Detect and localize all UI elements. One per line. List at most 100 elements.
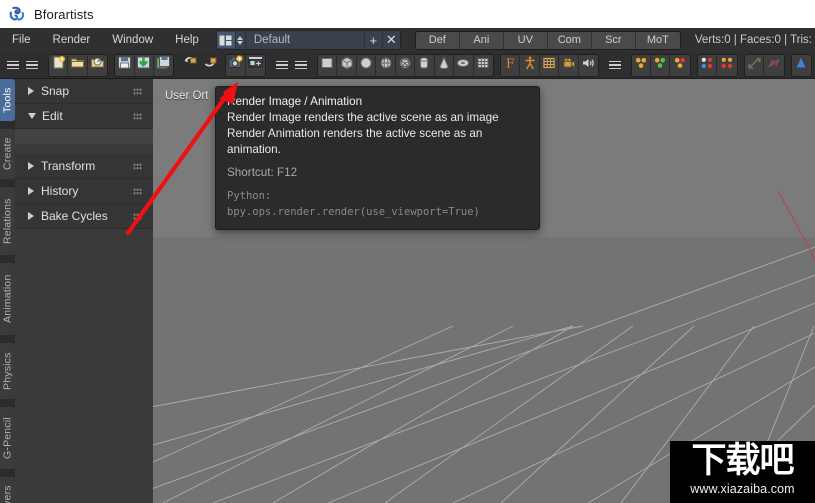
toolbar-menu-toggle-2[interactable] [22, 55, 41, 76]
menu-file[interactable]: File [0, 28, 42, 52]
tools-properties-panel: Snap Edit Transform History Bake Cycles [15, 79, 153, 503]
sidebar-tab-strip: Tools Create Relations Animation Physics… [0, 79, 15, 503]
save-as-button[interactable] [134, 54, 155, 76]
chevron-right-icon [28, 162, 34, 170]
plane-icon [320, 56, 334, 75]
panel-bake-cycles[interactable]: Bake Cycles [15, 204, 153, 229]
save-file-button[interactable] [115, 54, 135, 76]
site-watermark: 下载吧 www.xiazaiba.com [670, 441, 815, 503]
save-group [114, 53, 175, 77]
circle-icon [359, 56, 373, 75]
select-random-button[interactable] [697, 54, 718, 76]
sidebar-tab-create[interactable]: Create [0, 129, 15, 179]
screenset-motion-tracking[interactable]: MoT [635, 31, 680, 49]
extra-button[interactable] [791, 54, 811, 76]
add-torus-button[interactable] [454, 54, 474, 76]
sidebar-tab-gpencil[interactable]: G-Pencil [0, 407, 15, 469]
toolbar-menu-toggle-3[interactable] [272, 55, 291, 76]
window-title: Bforartists [34, 6, 94, 22]
screenset-default[interactable]: Def [415, 31, 460, 49]
panel-edit[interactable]: Edit [15, 104, 153, 129]
select-none-button[interactable] [650, 54, 671, 76]
append-icon [202, 55, 218, 75]
tool-bar: F [0, 52, 815, 79]
screenset-animation[interactable]: Ani [459, 31, 504, 49]
panel-drag-grip[interactable] [133, 163, 142, 170]
add-cube-button[interactable] [337, 54, 357, 76]
panel-empty-area [15, 229, 153, 497]
toolbar-menu-toggle-4[interactable] [292, 55, 311, 76]
sidebar-tab-animation[interactable]: Animation [0, 263, 15, 335]
toolbar-menu-toggle-1[interactable] [3, 55, 22, 76]
panel-drag-grip[interactable] [133, 88, 142, 95]
menu-render[interactable]: Render [42, 28, 102, 52]
open-recent-icon [90, 55, 105, 75]
add-cylinder-button[interactable] [415, 54, 435, 76]
new-file-button[interactable] [48, 54, 69, 76]
svg-text:F: F [506, 56, 514, 70]
panel-drag-grip[interactable] [133, 113, 142, 120]
mirror-icon [747, 56, 762, 75]
chevron-right-icon [28, 212, 34, 220]
panel-drag-grip[interactable] [133, 213, 142, 220]
sidebar-tab-relations[interactable]: Relations [0, 187, 15, 255]
add-camera-button[interactable] [559, 54, 579, 76]
chevron-right-icon [28, 187, 34, 195]
add-icosphere-button[interactable] [395, 54, 416, 76]
menu-toggles [3, 55, 42, 76]
add-grid-button[interactable] [473, 54, 493, 76]
toolbar-menu-toggle-5[interactable] [605, 55, 624, 76]
add-layout-button[interactable]: + [363, 32, 382, 48]
panel-snap[interactable]: Snap [15, 79, 153, 104]
render-image-button[interactable] [226, 54, 246, 76]
open-file-button[interactable] [68, 54, 88, 76]
add-speaker-button[interactable] [578, 54, 599, 76]
grid-icon [476, 56, 490, 75]
panel-transform[interactable]: Transform [15, 154, 153, 179]
panel-drag-grip[interactable] [133, 188, 142, 195]
open-recent-button[interactable] [87, 54, 108, 76]
sidebar-tab-physics[interactable]: Physics [0, 343, 15, 399]
screenset-compositing[interactable]: Com [547, 31, 592, 49]
viewport-view-label: User Ort [165, 90, 209, 102]
add-text-button[interactable]: F [500, 54, 521, 76]
delete-layout-button[interactable]: ✕ [381, 32, 400, 48]
menu-help[interactable]: Help [164, 28, 210, 52]
ico-sphere-icon [398, 56, 412, 75]
hamburger-menu-icon [608, 60, 621, 70]
cube-icon [340, 56, 354, 75]
layout-name-value[interactable]: Default [245, 32, 364, 48]
add-plane-button[interactable] [318, 54, 338, 76]
select-all-icon [634, 56, 648, 75]
select-all-button[interactable] [631, 54, 651, 76]
panel-history[interactable]: History [15, 179, 153, 204]
tooltip-popup: Render Image / Animation Render Image re… [215, 86, 540, 230]
torus-icon [456, 56, 470, 75]
add-circle-button[interactable] [356, 54, 377, 76]
add-cone-button[interactable] [434, 54, 455, 76]
screen-layout-selector[interactable]: Default + ✕ [215, 30, 401, 50]
save-copy-button[interactable] [154, 54, 174, 76]
link-button[interactable] [180, 55, 199, 76]
render-animation-button[interactable] [245, 54, 266, 76]
mirror-button[interactable] [744, 54, 765, 76]
spinner-updown-icon[interactable] [235, 32, 246, 48]
select-similar-button[interactable] [717, 54, 737, 76]
panel-transform-label: Transform [41, 159, 96, 173]
screenset-scripting[interactable]: Scr [591, 31, 636, 49]
menu-window[interactable]: Window [101, 28, 164, 52]
select-inverse-button[interactable] [670, 54, 690, 76]
object-types: F [499, 53, 600, 77]
add-armature-button[interactable] [520, 54, 540, 76]
link-append-icon [182, 55, 198, 75]
tooltip-line-1: Render Image renders the active scene as… [227, 111, 499, 124]
sidebar-tab-layers[interactable]: Layers [0, 477, 15, 503]
add-lattice-button[interactable] [539, 54, 560, 76]
menu-bar: File Render Window Help Default + ✕ Def … [0, 28, 815, 53]
add-uvsphere-button[interactable] [376, 54, 396, 76]
snap-button[interactable] [764, 54, 784, 76]
screenset-uv[interactable]: UV [503, 31, 548, 49]
sidebar-tab-tools[interactable]: Tools [0, 79, 15, 121]
panel-history-label: History [41, 184, 79, 198]
append-button[interactable] [200, 55, 219, 76]
